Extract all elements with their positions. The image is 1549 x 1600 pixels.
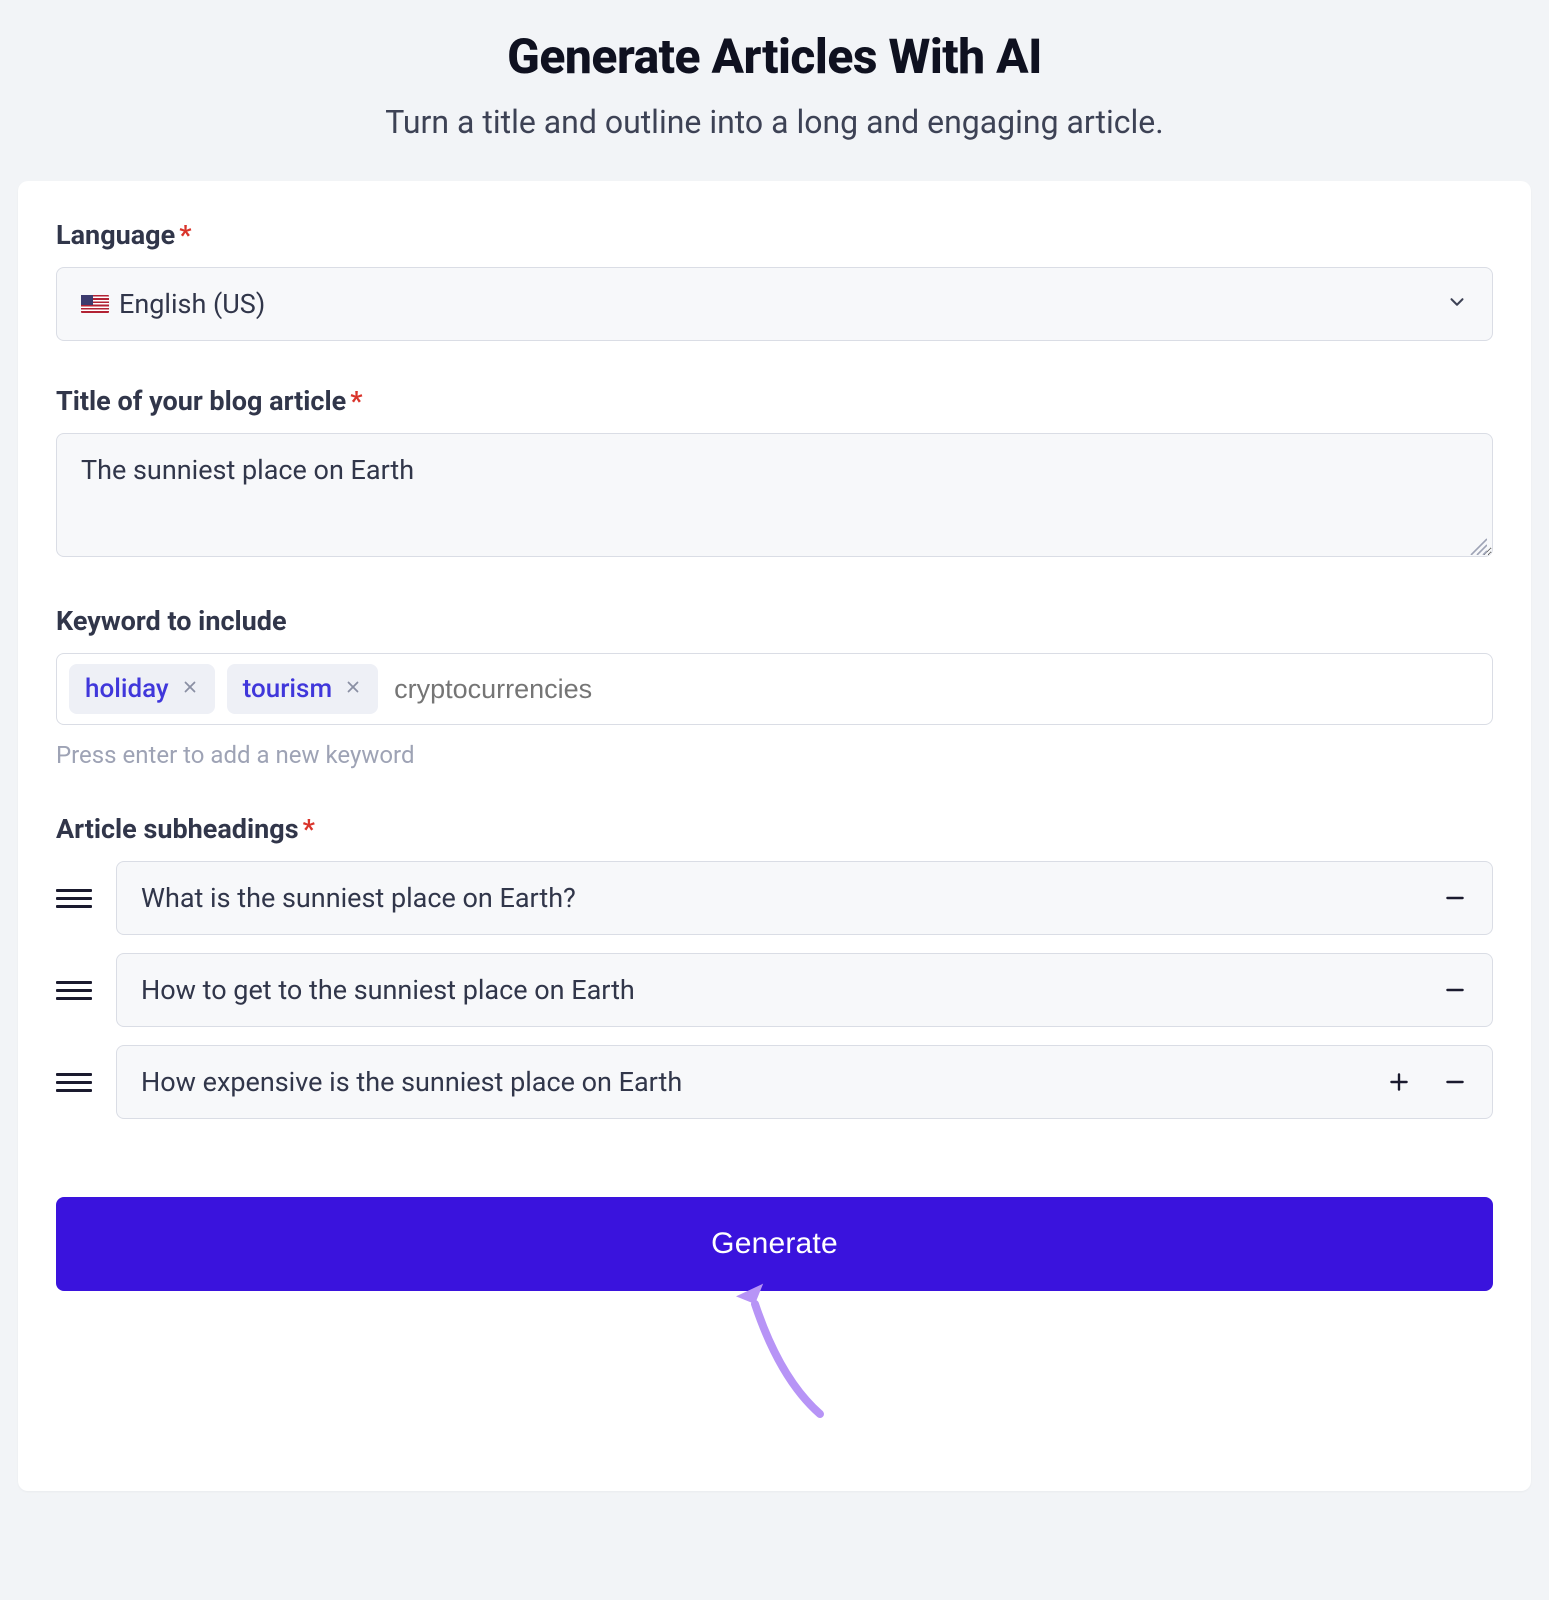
subheading-input[interactable]: How expensive is the sunniest place on E… (116, 1045, 1493, 1119)
subheading-text: How expensive is the sunniest place on E… (141, 1066, 682, 1098)
keyword-tag-text: tourism (243, 674, 332, 704)
remove-tag-icon[interactable] (344, 677, 362, 702)
subheadings-label-text: Article subheadings (56, 813, 299, 845)
remove-subheading-icon[interactable] (1442, 885, 1468, 911)
keywords-field: Keyword to include holiday tourism Press … (56, 605, 1493, 769)
drag-handle-icon[interactable] (56, 889, 92, 908)
keyword-tag: tourism (227, 664, 378, 714)
page-title: Generate Articles With AI (20, 28, 1529, 85)
required-asterisk: * (350, 385, 362, 417)
subheading-input[interactable]: What is the sunniest place on Earth? (116, 861, 1493, 935)
language-label: Language* (56, 219, 1493, 251)
required-asterisk: * (303, 813, 315, 845)
subheadings-label: Article subheadings* (56, 813, 1493, 845)
language-value: English (US) (119, 288, 265, 320)
subheading-text: How to get to the sunniest place on Eart… (141, 974, 635, 1006)
language-field: Language* English (US) (56, 219, 1493, 341)
add-subheading-icon[interactable] (1386, 1069, 1412, 1095)
page-subtitle: Turn a title and outline into a long and… (20, 103, 1529, 141)
remove-subheading-icon[interactable] (1442, 1069, 1468, 1095)
keyword-tag-text: holiday (85, 674, 169, 704)
subheading-row: How to get to the sunniest place on Eart… (56, 953, 1493, 1027)
language-label-text: Language (56, 219, 175, 251)
subheadings-field: Article subheadings* What is the sunnies… (56, 813, 1493, 1119)
required-asterisk: * (179, 219, 191, 251)
keywords-input[interactable]: holiday tourism (56, 653, 1493, 725)
form-card: Language* English (US) Title of your blo… (18, 181, 1531, 1491)
drag-handle-icon[interactable] (56, 981, 92, 1000)
title-textarea[interactable] (56, 433, 1493, 557)
page-header: Generate Articles With AI Turn a title a… (0, 0, 1549, 181)
keywords-hint: Press enter to add a new keyword (56, 741, 1493, 769)
title-field: Title of your blog article* (56, 385, 1493, 561)
flag-us-icon (81, 295, 109, 313)
drag-handle-icon[interactable] (56, 1073, 92, 1092)
subheading-text: What is the sunniest place on Earth? (141, 882, 576, 914)
keyword-tag: holiday (69, 664, 215, 714)
keywords-text-input[interactable] (390, 666, 1480, 713)
keywords-label: Keyword to include (56, 605, 1493, 637)
remove-tag-icon[interactable] (181, 677, 199, 702)
cursor-arrow-annotation (56, 1291, 1493, 1431)
remove-subheading-icon[interactable] (1442, 977, 1468, 1003)
subheading-input[interactable]: How to get to the sunniest place on Eart… (116, 953, 1493, 1027)
language-select[interactable]: English (US) (56, 267, 1493, 341)
chevron-down-icon (1446, 288, 1468, 320)
title-label: Title of your blog article* (56, 385, 1493, 417)
title-label-text: Title of your blog article (56, 385, 346, 417)
subheading-row: What is the sunniest place on Earth? (56, 861, 1493, 935)
subheading-row: How expensive is the sunniest place on E… (56, 1045, 1493, 1119)
